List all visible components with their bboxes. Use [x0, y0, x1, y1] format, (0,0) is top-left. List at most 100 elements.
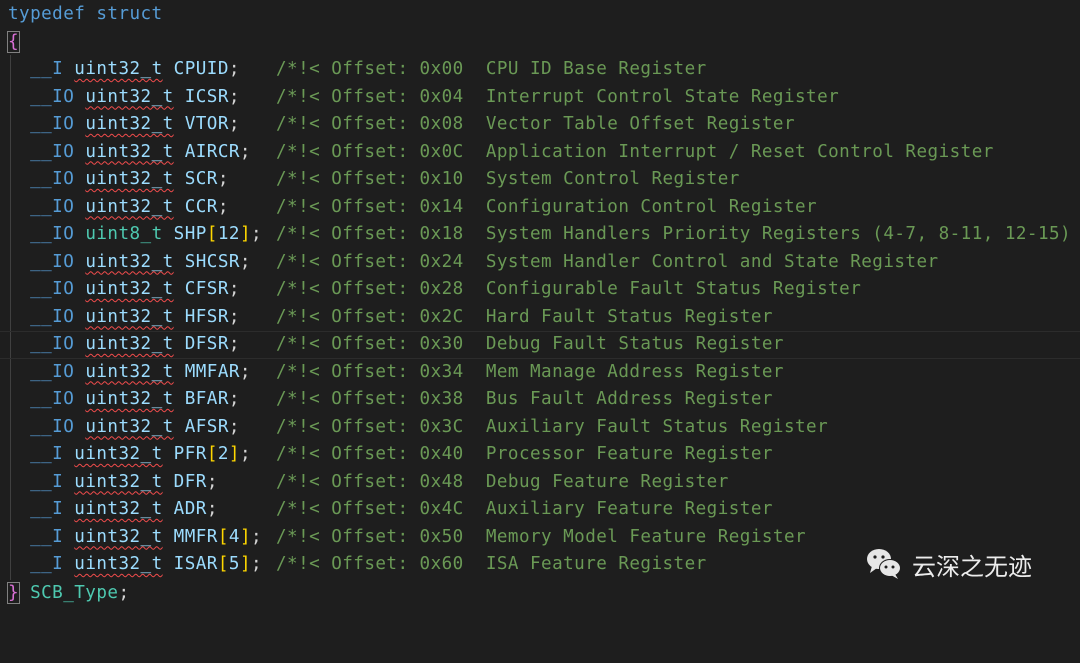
semicolon: ;: [239, 141, 251, 162]
qualifier: __IO: [30, 361, 75, 382]
offset-text: Offset: 0x4C: [331, 499, 464, 519]
close-bracket: ]: [239, 526, 251, 547]
register-description: System Control Register: [485, 169, 740, 189]
member-comment: /*!< Offset: 0x28 Configurable Fault Sta…: [276, 276, 861, 304]
open-bracket: [: [206, 444, 218, 464]
comment-prefix: /*!<: [276, 169, 321, 189]
close-bracket: ]: [239, 554, 251, 574]
register-description: Bus Fault Address Register: [485, 389, 773, 409]
struct-member-line[interactable]: __IO uint32_t MMFAR; /*!< Offset: 0x34 Me…: [0, 359, 1080, 387]
offset-text: Offset: 0x28: [331, 279, 464, 299]
qualifier: __IO: [30, 169, 75, 189]
offset-text: Offset: 0x34: [331, 361, 464, 382]
member-name: MMFR: [173, 526, 218, 547]
struct-member-line[interactable]: __I uint32_t ADR; /*!< Offset: 0x4C Auxil…: [0, 496, 1080, 524]
member-name: ICSR: [184, 86, 229, 107]
member-name: SHP: [173, 224, 207, 244]
struct-member-line[interactable]: __IO uint32_t AFSR; /*!< Offset: 0x3C Aux…: [0, 414, 1080, 442]
struct-member-line[interactable]: __IO uint32_t HFSR; /*!< Offset: 0x2C Har…: [0, 304, 1080, 332]
struct-member-line[interactable]: __IO uint32_t SHCSR; /*!< Offset: 0x24 Sy…: [0, 249, 1080, 277]
semicolon: ;: [206, 471, 218, 492]
qualifier: __IO: [30, 279, 75, 299]
code-line-open-brace[interactable]: {: [0, 29, 1080, 57]
qualifier: __I: [30, 444, 64, 464]
offset-text: Offset: 0x3C: [331, 416, 464, 437]
semicolon: ;: [228, 334, 240, 354]
register-description: Auxiliary Fault Status Register: [485, 416, 829, 437]
register-description: Mem Manage Address Register: [485, 361, 784, 382]
comment-prefix: /*!<: [276, 416, 321, 437]
register-description: System Handler Control and State Registe…: [485, 251, 939, 272]
register-description: Hard Fault Status Register: [485, 306, 773, 327]
struct-member-line[interactable]: __IO uint32_t DFSR; /*!< Offset: 0x30 Deb…: [0, 331, 1080, 359]
array-size: 4: [228, 526, 240, 547]
semicolon: ;: [228, 86, 240, 107]
comment-prefix: /*!<: [276, 59, 321, 79]
semicolon: ;: [250, 224, 263, 244]
offset-text: Offset: 0x24: [331, 251, 464, 272]
member-comment: /*!< Offset: 0x2C Hard Fault Status Regi…: [276, 304, 773, 332]
struct-member-line[interactable]: __IO uint32_t VTOR; /*!< Offset: 0x08 Vec…: [0, 111, 1080, 139]
qualifier: __I: [30, 499, 64, 519]
semicolon: ;: [228, 114, 240, 134]
member-name: AFSR: [184, 416, 229, 437]
struct-member-line[interactable]: __IO uint32_t BFAR; /*!< Offset: 0x38 Bus…: [0, 386, 1080, 414]
comment-prefix: /*!<: [276, 526, 321, 547]
struct-member-line[interactable]: __I uint32_t PFR[2]; /*!< Offset: 0x40 Pr…: [0, 441, 1080, 469]
offset-text: Offset: 0x18: [331, 224, 464, 244]
semicolon: ;: [217, 196, 229, 217]
semicolon: ;: [250, 526, 263, 547]
struct-member-line[interactable]: __IO uint32_t CFSR; /*!< Offset: 0x28 Con…: [0, 276, 1080, 304]
qualifier: __IO: [30, 251, 75, 272]
close-bracket: ]: [239, 224, 251, 244]
semicolon: ;: [239, 444, 251, 464]
comment-prefix: /*!<: [276, 554, 321, 574]
member-comment: /*!< Offset: 0x50 Memory Model Feature R…: [276, 524, 806, 552]
code-line-typedef[interactable]: typedef struct: [0, 1, 1080, 29]
member-type: uint32_t: [85, 334, 174, 354]
member-type: uint32_t: [85, 279, 174, 299]
member-name: VTOR: [184, 114, 229, 134]
qualifier: __IO: [30, 334, 75, 354]
code-line-close-brace[interactable]: } SCB_Type;: [0, 580, 1080, 608]
offset-text: Offset: 0x00: [331, 59, 464, 79]
member-comment: /*!< Offset: 0x08 Vector Table Offset Re…: [276, 111, 795, 139]
member-type: uint32_t: [74, 59, 163, 79]
wechat-icon: [867, 549, 901, 579]
member-comment: /*!< Offset: 0x3C Auxiliary Fault Status…: [276, 414, 828, 442]
comment-prefix: /*!<: [276, 224, 321, 244]
struct-member-line[interactable]: __IO uint32_t AIRCR; /*!< Offset: 0x0C Ap…: [0, 139, 1080, 167]
struct-member-line[interactable]: __IO uint32_t CCR; /*!< Offset: 0x14 Conf…: [0, 194, 1080, 222]
offset-text: Offset: 0x14: [331, 196, 464, 217]
member-name: AIRCR: [184, 141, 240, 162]
struct-member-line[interactable]: __I uint32_t CPUID; /*!< Offset: 0x00 CPU…: [0, 56, 1080, 84]
struct-member-line[interactable]: __IO uint32_t SCR; /*!< Offset: 0x10 Syst…: [0, 166, 1080, 194]
register-description: Processor Feature Register: [485, 444, 773, 464]
semicolon: ;: [228, 306, 240, 327]
semicolon: ;: [118, 583, 130, 603]
qualifier: __IO: [30, 389, 75, 409]
watermark-text: 云深之无迹: [912, 552, 1032, 581]
member-name: CFSR: [184, 279, 229, 299]
struct-member-line[interactable]: __IO uint32_t ICSR; /*!< Offset: 0x04 Int…: [0, 84, 1080, 112]
close-bracket: ]: [228, 444, 240, 464]
open-bracket: [: [217, 554, 229, 574]
qualifier: __IO: [30, 114, 75, 134]
comment-prefix: /*!<: [276, 279, 321, 299]
member-comment: /*!< Offset: 0x30 Debug Fault Status Reg…: [276, 332, 784, 357]
close-brace: }: [6, 582, 21, 604]
register-description: System Handlers Priority Registers (4-7,…: [485, 224, 1072, 244]
array-size: 5: [228, 554, 240, 574]
open-bracket: [: [217, 526, 229, 547]
offset-text: Offset: 0x30: [331, 334, 464, 354]
register-description: Configurable Fault Status Register: [485, 279, 862, 299]
member-type: uint32_t: [85, 416, 174, 437]
member-comment: /*!< Offset: 0x34 Mem Manage Address Reg…: [276, 359, 784, 387]
member-comment: /*!< Offset: 0x14 Configuration Control …: [276, 194, 817, 222]
struct-member-line[interactable]: __IO uint8_t SHP[12]; /*!< Offset: 0x18 S…: [0, 221, 1080, 249]
code-editor[interactable]: typedef struct { __I uint32_t CPUID; /*!<…: [0, 0, 1080, 611]
member-name: CPUID: [173, 59, 229, 79]
qualifier: __IO: [30, 306, 75, 327]
register-description: Auxiliary Feature Register: [485, 499, 773, 519]
struct-member-line[interactable]: __I uint32_t DFR; /*!< Offset: 0x48 Debug…: [0, 469, 1080, 497]
